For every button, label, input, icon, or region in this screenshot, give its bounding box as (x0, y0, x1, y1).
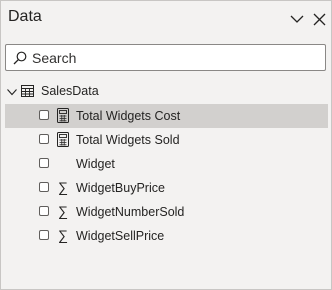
search-box[interactable] (5, 44, 326, 71)
field-row-widgetnumbersold[interactable]: ∑ WidgetNumberSold (5, 200, 328, 224)
field-row-widget[interactable]: Widget (5, 152, 328, 176)
table-icon (21, 85, 34, 97)
field-checkbox[interactable] (39, 230, 49, 240)
field-label: Total Widgets Cost (76, 109, 181, 123)
field-checkbox[interactable] (39, 206, 49, 216)
sigma-icon: ∑ (58, 227, 68, 243)
pane-header: Data (1, 1, 331, 37)
field-label: WidgetNumberSold (76, 205, 185, 219)
field-row-total-widgets-cost[interactable]: Total Widgets Cost (5, 104, 328, 128)
field-label: WidgetSellPrice (76, 229, 165, 243)
collapse-pane-button[interactable] (288, 10, 306, 28)
table-label: SalesData (41, 84, 99, 98)
chevron-down-icon[interactable] (7, 87, 17, 97)
sigma-icon: ∑ (58, 203, 68, 219)
field-checkbox[interactable] (39, 182, 49, 192)
table-node-salesdata[interactable]: SalesData (1, 81, 331, 103)
field-label: Widget (76, 157, 115, 171)
data-pane: Data SalesData (0, 0, 332, 290)
field-checkbox[interactable] (39, 134, 49, 144)
field-checkbox[interactable] (39, 110, 49, 120)
field-label: Total Widgets Sold (76, 133, 180, 147)
close-icon (313, 13, 325, 25)
field-checkbox[interactable] (39, 158, 49, 168)
search-icon (13, 51, 27, 65)
sigma-icon: ∑ (58, 179, 68, 195)
field-row-widgetsellprice[interactable]: ∑ WidgetSellPrice (5, 224, 328, 248)
search-input[interactable] (32, 48, 317, 68)
calculator-icon (57, 132, 69, 147)
field-row-widgetbuyprice[interactable]: ∑ WidgetBuyPrice (5, 176, 328, 200)
field-label: WidgetBuyPrice (76, 181, 165, 195)
calculator-icon (57, 108, 69, 123)
pane-title: Data (8, 8, 42, 25)
field-row-total-widgets-sold[interactable]: Total Widgets Sold (5, 128, 328, 152)
chevron-down-icon (290, 15, 304, 23)
close-pane-button[interactable] (310, 10, 328, 28)
